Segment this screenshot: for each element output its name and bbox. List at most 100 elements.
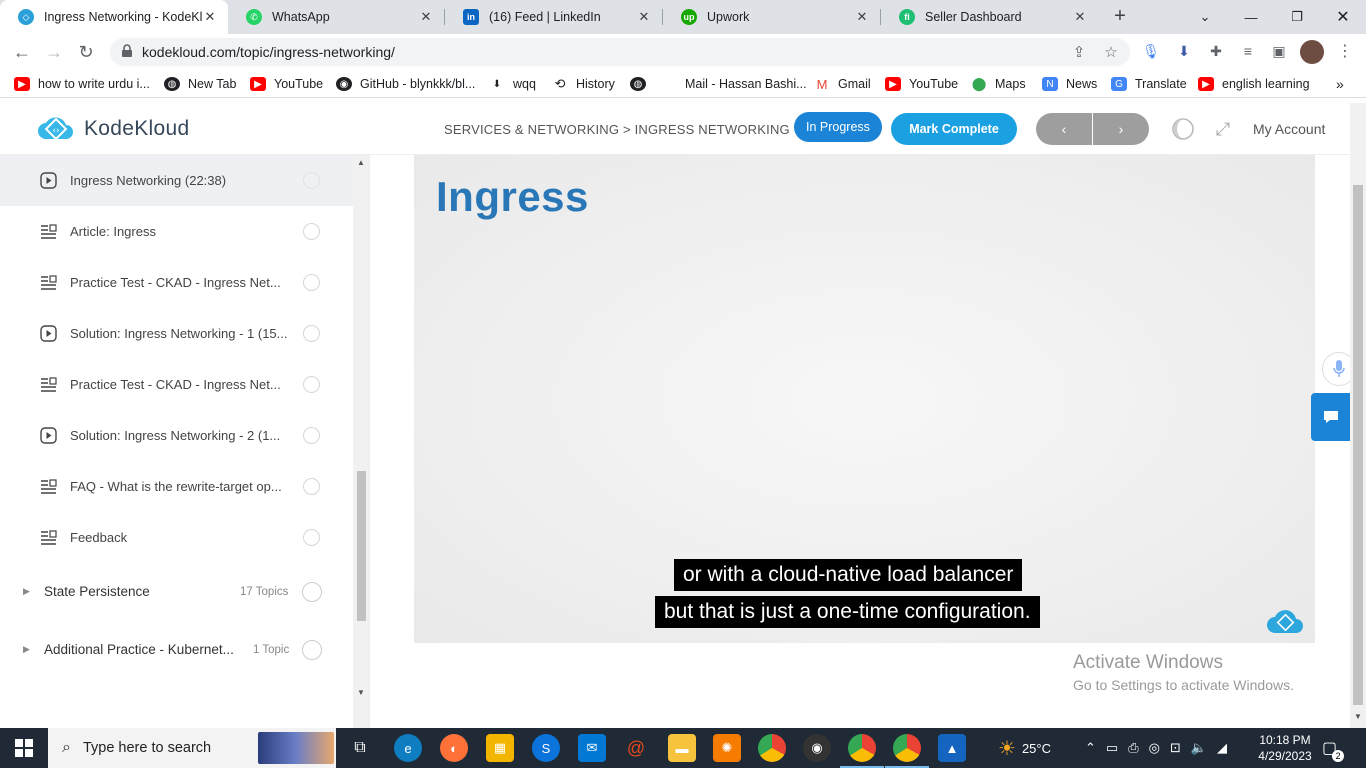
tab-linkedin[interactable]: in (16) Feed | LinkedIn ✕ [445,0,662,34]
bookmark-star-icon[interactable]: ☆ [1102,43,1120,61]
my-account-link[interactable]: My Account [1253,121,1325,137]
lesson-status-circle[interactable] [303,427,320,444]
dark-mode-toggle-icon[interactable] [1171,117,1195,141]
system-clock[interactable]: 10:18 PM 4/29/2023 [1255,732,1315,764]
more-bookmarks-icon[interactable]: » [1336,76,1344,92]
tab-search-icon[interactable]: ⌄ [1182,0,1228,34]
forward-icon[interactable]: → [41,40,67,64]
share-icon[interactable]: ⇪ [1070,43,1088,61]
chrome-profile-icon[interactable] [893,734,921,762]
photos-icon[interactable]: ▲ [938,734,966,762]
lesson-status-circle[interactable] [303,172,320,189]
scroll-down-icon[interactable]: ▼ [357,688,365,697]
microsoft-store-icon[interactable]: ▦ [486,734,514,762]
lesson-status-circle[interactable] [303,223,320,240]
lesson-status-circle[interactable] [303,376,320,393]
lesson-item[interactable]: Ingress Networking (22:38) [0,155,353,206]
back-icon[interactable]: ← [9,40,35,64]
page-scrollbar[interactable]: ▼ [1350,103,1366,728]
bookmark-item[interactable]: ▶ YouTube [250,76,323,92]
close-tab-icon[interactable]: ✕ [854,9,870,25]
sidebar-scroll-thumb[interactable] [357,471,366,621]
fullscreen-icon[interactable]: ⤢ [1211,117,1235,141]
media-control-icon[interactable]: ≡ [1237,40,1259,62]
bookmark-item[interactable]: ◍ New Tab [164,76,236,92]
bookmark-item[interactable]: ◍ [630,76,654,92]
mail-icon[interactable]: ✉ [578,734,606,762]
windows-start-icon[interactable] [0,728,48,768]
expand-arrow-icon[interactable]: ▶ [23,644,30,655]
profile-avatar[interactable] [1300,40,1324,64]
network-device-icon[interactable]: ⎙ [1128,740,1138,756]
bookmark-item[interactable]: ◉ GitHub - blynkkk/bl... [336,76,475,92]
mark-complete-button[interactable]: Mark Complete [891,113,1017,145]
extensions-puzzle-icon[interactable]: ✚ [1205,40,1227,62]
scroll-down-icon[interactable]: ▼ [1354,712,1362,721]
microphone-extension-icon[interactable]: 🎙 [1140,40,1162,62]
bookmark-item[interactable]: N News [1042,76,1097,92]
bookmark-item[interactable]: ▶ english learning [1198,76,1310,92]
page-scroll-thumb[interactable] [1353,185,1363,705]
section-status-circle[interactable] [302,582,322,602]
lesson-status-circle[interactable] [303,478,320,495]
bookmark-item[interactable]: ▶ how to write urdu i... [14,76,150,92]
skype-icon[interactable]: S [532,734,560,762]
lesson-item[interactable]: FAQ - What is the rewrite-target op... [0,461,353,512]
chat-support-button[interactable] [1311,393,1350,441]
kodekloud-logo-icon[interactable]: ‹› [36,115,76,143]
new-tab-icon[interactable]: + [1110,6,1130,26]
close-tab-icon[interactable]: ✕ [1072,9,1088,25]
taskbar-search-box[interactable]: ⌕ Type here to search [48,728,336,768]
close-tab-icon[interactable]: ✕ [418,9,434,25]
lesson-item[interactable]: Solution: Ingress Networking - 2 (1... [0,410,353,461]
bookmark-item[interactable]: ⬇ wqq [489,76,536,92]
video-player[interactable]: Ingress or with a cloud-native load bala… [414,155,1315,643]
section-state-persistence[interactable]: ▶ State Persistence 17 Topics [0,568,353,618]
bookmark-item[interactable]: ⟲ History [552,76,615,92]
firefox-icon[interactable]: ◐ [440,734,468,762]
previous-lesson-button[interactable]: ‹ [1036,113,1092,145]
next-lesson-button[interactable]: › [1093,113,1149,145]
chrome-menu-icon[interactable]: ⋮ [1334,40,1356,62]
scroll-up-icon[interactable]: ▲ [357,158,365,167]
show-hidden-icons-icon[interactable]: ⌃ [1085,740,1096,756]
tab-upwork[interactable]: up Upwork ✕ [663,0,880,34]
brand-name[interactable]: KodeKloud [84,117,189,141]
lesson-item[interactable]: Feedback [0,512,353,563]
tab-kodekloud[interactable]: ◇ Ingress Networking - KodeKl ✕ [0,0,228,34]
edge-icon[interactable]: e [394,734,422,762]
lesson-item[interactable]: Solution: Ingress Networking - 1 (15... [0,308,353,359]
sidebar-scrollbar[interactable]: ▲ ▼ [353,155,369,728]
bookmark-item[interactable]: ▶ YouTube [885,76,958,92]
webcam-icon[interactable]: ◎ [1149,740,1160,756]
chrome-profile-icon[interactable] [848,734,876,762]
download-extension-icon[interactable]: ⬇ [1173,40,1195,62]
section-additional-practice[interactable]: ▶ Additional Practice - Kubernet... 1 To… [0,626,353,676]
bookmark-item[interactable]: Mail - Hassan Bashi... [662,76,807,92]
tab-seller-dashboard[interactable]: fi Seller Dashboard ✕ [881,0,1098,34]
settings-gear-app-icon[interactable]: ✺ [713,734,741,762]
notification-center-icon[interactable]: ▢ 2 [1322,728,1345,768]
volume-icon[interactable]: 🔈 [1191,740,1207,756]
close-tab-icon[interactable]: ✕ [202,9,218,25]
tab-whatsapp[interactable]: ✆ WhatsApp ✕ [228,0,444,34]
bookmark-item[interactable]: M Gmail [814,76,871,92]
lesson-status-circle[interactable] [303,325,320,342]
bookmark-item[interactable]: G Translate [1111,76,1187,92]
restore-icon[interactable]: ❐ [1274,0,1320,34]
lesson-status-circle[interactable] [303,529,320,546]
chrome-icon[interactable] [758,734,786,762]
display-icon[interactable]: ⊡ [1170,740,1181,756]
task-view-icon[interactable]: ⧉ [346,734,374,762]
lesson-item[interactable]: Practice Test - CKAD - Ingress Net... [0,359,353,410]
bookmark-item[interactable]: ⬤ Maps [971,76,1026,92]
minimize-icon[interactable]: — [1228,0,1274,34]
address-bar[interactable]: kodekloud.com/topic/ingress-networking/ … [110,38,1130,66]
camera-app-icon[interactable]: ◉ [803,734,831,762]
close-tab-icon[interactable]: ✕ [636,9,652,25]
close-window-icon[interactable]: ✕ [1320,0,1366,34]
lesson-item[interactable]: Practice Test - CKAD - Ingress Net... [0,257,353,308]
side-panel-icon[interactable]: ▣ [1268,40,1290,62]
lesson-item[interactable]: Article: Ingress [0,206,353,257]
reload-icon[interactable]: ↻ [73,40,99,64]
